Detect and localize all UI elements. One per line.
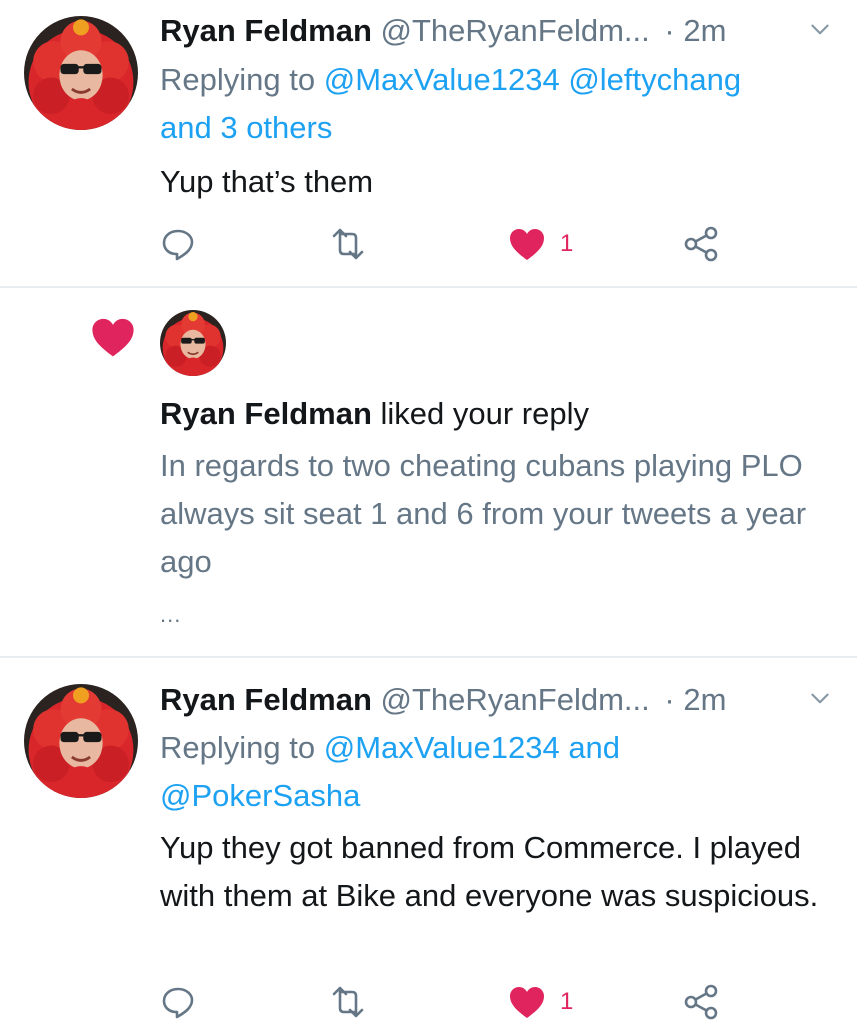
avatar[interactable] (160, 310, 226, 376)
like-notification[interactable]: Ryan Feldman liked your reply In regards… (0, 288, 857, 658)
timestamp: 2m (683, 13, 727, 48)
replying-prefix: Replying to (160, 730, 316, 765)
tweet-header: Ryan Feldman @TheRyanFeldm... · 2m (160, 9, 837, 53)
timestamp: 2m (683, 682, 727, 717)
author-name[interactable]: Ryan Feldman (160, 682, 372, 717)
mention-link[interactable]: @PokerSasha (160, 778, 360, 813)
share-button[interactable] (682, 982, 720, 1022)
share-icon (684, 984, 718, 1020)
heart-icon (92, 318, 134, 357)
tweet-text: Yup they got banned from Commerce. I pla… (160, 830, 819, 913)
mention-link[interactable]: @MaxValue1234 (324, 62, 560, 97)
ellipsis: ... (160, 602, 182, 627)
retweet-icon (332, 986, 364, 1018)
separator-dot: · (664, 13, 675, 48)
heart-icon (510, 987, 544, 1018)
replying-to: Replying to @MaxValue1234 @leftychang an… (160, 56, 840, 152)
chevron-down-icon[interactable] (807, 17, 833, 43)
mention-link[interactable]: @MaxValue1234 and (324, 730, 620, 765)
tweet-actions: 1 (160, 224, 760, 264)
like-button[interactable]: 1 (508, 224, 573, 264)
like-button[interactable]: 1 (508, 982, 573, 1022)
author-name[interactable]: Ryan Feldman (160, 13, 372, 48)
retweet-button[interactable] (328, 982, 368, 1022)
share-button[interactable] (682, 224, 720, 264)
avatar[interactable] (24, 684, 138, 798)
separator-dot: · (664, 682, 675, 717)
tweet-header: Ryan Feldman @TheRyanFeldm... · 2m (160, 678, 837, 722)
replying-prefix: Replying to (160, 62, 316, 97)
tweet-1[interactable]: Ryan Feldman @TheRyanFeldm... · 2m Reply… (0, 0, 857, 286)
reply-icon (162, 229, 194, 261)
tweet-text: Yup that’s them (160, 164, 374, 199)
avatar[interactable] (24, 16, 138, 130)
heart-icon (510, 229, 544, 260)
retweet-button[interactable] (328, 224, 368, 264)
tweet-actions: 1 (160, 982, 760, 1022)
notification-text: Ryan Feldman liked your reply (160, 392, 589, 436)
quoted-reply-text[interactable]: In regards to two cheating cubans playin… (160, 442, 840, 586)
like-count: 1 (560, 988, 574, 1015)
author-handle[interactable]: @TheRyanFeldm... (381, 682, 650, 717)
reply-button[interactable] (160, 224, 196, 264)
retweet-icon (332, 228, 364, 260)
author-handle[interactable]: @TheRyanFeldm... (381, 13, 650, 48)
chevron-down-icon[interactable] (807, 686, 833, 712)
replying-to: Replying to @MaxValue1234 and @PokerSash… (160, 724, 840, 820)
share-icon (684, 226, 718, 262)
others-link[interactable]: and 3 others (160, 110, 332, 145)
tweet-2[interactable]: Ryan Feldman @TheRyanFeldm... · 2m Reply… (0, 658, 857, 1024)
mention-link[interactable]: @leftychang (568, 62, 741, 97)
reply-button[interactable] (160, 982, 196, 1022)
reply-icon (162, 987, 194, 1019)
like-count: 1 (560, 230, 574, 257)
liker-name[interactable]: Ryan Feldman (160, 396, 372, 431)
notification-action: liked your reply (380, 396, 589, 431)
